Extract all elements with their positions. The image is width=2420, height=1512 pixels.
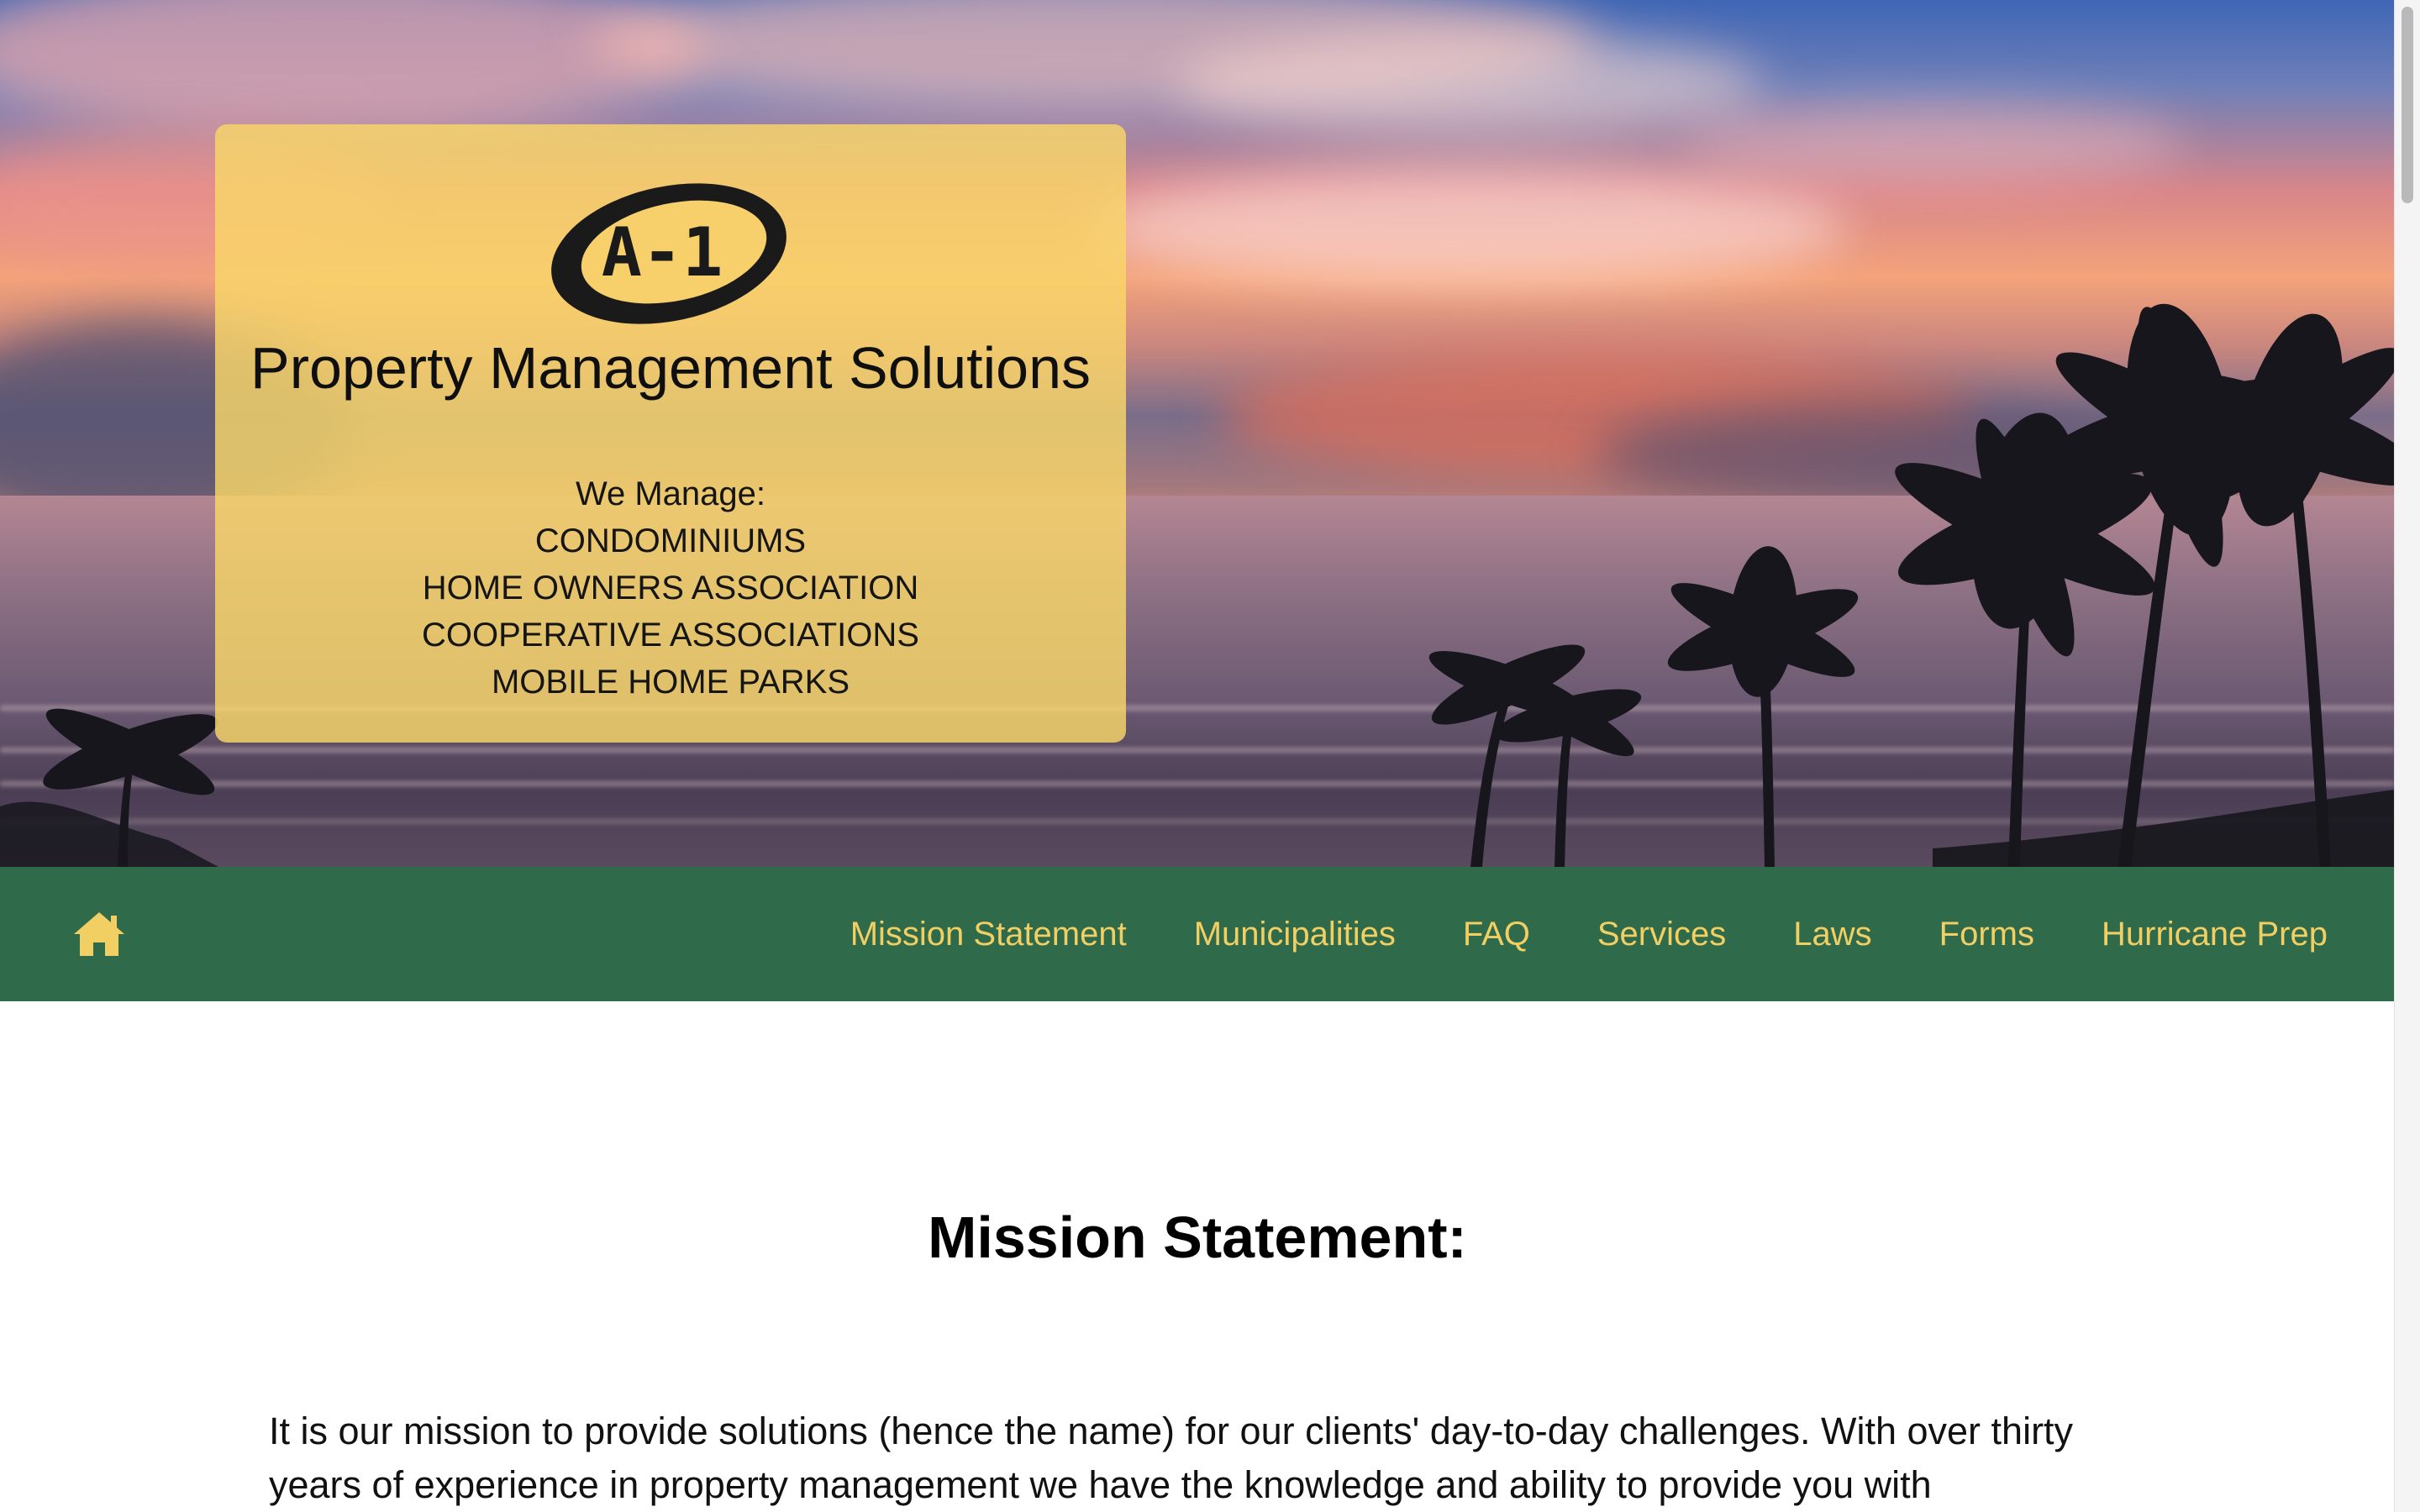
managed-type-item: MOBILE HOME PARKS <box>491 664 850 701</box>
managed-types-heading: We Manage: <box>575 475 766 512</box>
home-icon[interactable] <box>72 909 126 959</box>
main-navbar: Mission Statement Municipalities FAQ Ser… <box>0 867 2395 1001</box>
company-info-card: A-1 Property Management Solutions We Man… <box>215 124 1126 743</box>
nav-link-faq[interactable]: FAQ <box>1463 916 1530 953</box>
nav-link-municipalities[interactable]: Municipalities <box>1194 916 1396 953</box>
scrollbar-thumb[interactable] <box>2402 7 2413 203</box>
a1-logo: A-1 <box>551 183 786 324</box>
hero-banner: A-1 Property Management Solutions We Man… <box>0 0 2395 867</box>
page: A-1 Property Management Solutions We Man… <box>0 0 2420 1512</box>
nav-link-forms[interactable]: Forms <box>1939 916 2034 953</box>
nav-link-mission-statement[interactable]: Mission Statement <box>850 916 1127 953</box>
logo-text: A-1 <box>602 213 723 291</box>
nav-link-hurricane-prep[interactable]: Hurricane Prep <box>2102 916 2328 953</box>
nav-menu: Mission Statement Municipalities FAQ Ser… <box>850 867 2328 1001</box>
vertical-scrollbar[interactable] <box>2394 0 2420 1512</box>
company-name: Property Management Solutions <box>250 335 1091 401</box>
managed-type-item: CONDOMINIUMS <box>534 522 807 559</box>
managed-type-item: COOPERATIVE ASSOCIATIONS <box>422 617 919 654</box>
mission-paragraph: It is our mission to provide solutions (… <box>269 1410 2074 1506</box>
nav-link-services[interactable]: Services <box>1597 916 1726 953</box>
nav-link-laws[interactable]: Laws <box>1793 916 1871 953</box>
page-title: Mission Statement: <box>928 1205 1467 1270</box>
managed-types-list: We Manage: CONDOMINIUMS HOME OWNERS ASSO… <box>215 470 1126 706</box>
managed-type-item: HOME OWNERS ASSOCIATION <box>422 570 919 606</box>
